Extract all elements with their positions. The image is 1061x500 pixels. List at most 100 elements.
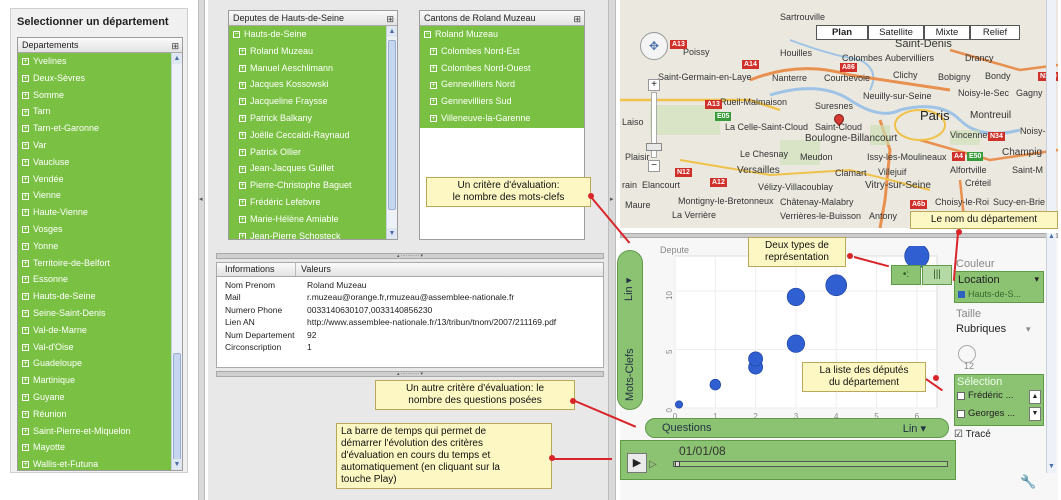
expand-icon[interactable]: +	[22, 259, 29, 267]
collapse-left-icon[interactable]: ◂	[199, 195, 204, 209]
checkbox-icon[interactable]	[957, 410, 965, 418]
list-item[interactable]: + Deux-Sèvres	[18, 70, 171, 87]
list-item[interactable]: + Vendée	[18, 171, 171, 188]
list-item[interactable]: + Val-de-Marne	[18, 322, 171, 339]
list-item[interactable]: + Gennevilliers Sud	[420, 93, 584, 110]
list-item[interactable]: + Jean-Pierre Schosteck	[229, 228, 386, 239]
expand-icon[interactable]: +	[22, 377, 29, 385]
expand-icon[interactable]: +	[22, 427, 29, 435]
chevron-down-icon[interactable]: ▾	[1034, 274, 1039, 285]
checkbox-checked-icon[interactable]: ☑	[954, 429, 963, 440]
list-item[interactable]: + Jacqueline Fraysse	[229, 93, 386, 110]
list-item[interactable]: + Mayotte	[18, 439, 171, 456]
taille-value[interactable]: Rubriques	[956, 323, 1006, 335]
list-item[interactable]: + Somme	[18, 87, 171, 104]
expand-icon[interactable]: +	[22, 74, 29, 82]
expand-icon[interactable]: +	[22, 175, 29, 183]
expand-icon[interactable]: +	[22, 108, 29, 116]
list-item[interactable]: + Roland Muzeau	[229, 43, 386, 60]
expand-icon[interactable]: +	[22, 461, 29, 469]
data-point[interactable]	[675, 400, 684, 409]
expand-icon[interactable]: +	[22, 192, 29, 200]
list-item[interactable]: + Territoire-de-Belfort	[18, 255, 171, 272]
list-item[interactable]: + Tarn-et-Garonne	[18, 120, 171, 137]
data-point[interactable]	[748, 351, 764, 367]
collapse-right-icon[interactable]: ▸	[610, 195, 615, 209]
list-item[interactable]: + Hauts-de-Seine	[18, 288, 171, 305]
expand-icon[interactable]: +	[22, 158, 29, 166]
wrench-icon[interactable]: 🔧	[1020, 474, 1036, 490]
pan-control-icon[interactable]: ✥	[640, 32, 668, 60]
deputes-scrollbar[interactable]: ▲ ▼	[386, 26, 397, 239]
down-arrow-icon[interactable]: ▼	[1029, 407, 1041, 421]
trace-toggle[interactable]: ☑ Tracé	[954, 429, 991, 440]
expand-icon[interactable]: +	[239, 64, 246, 72]
y-axis-label[interactable]: Mots-Clefs	[624, 348, 636, 401]
data-point[interactable]	[786, 287, 806, 307]
maptype-satellite[interactable]: Satellite	[868, 25, 924, 40]
map-scrollbar[interactable]	[1046, 0, 1056, 228]
zoom-in-icon[interactable]: +	[648, 79, 660, 91]
splitter-left[interactable]	[198, 0, 205, 500]
expand-icon[interactable]: +	[22, 91, 29, 99]
map-view[interactable]: Sartrouville Houilles Poissy Colombes Au…	[620, 0, 1058, 228]
tree-root[interactable]: − Roland Muzeau	[420, 26, 584, 43]
list-item[interactable]: + Yonne	[18, 238, 171, 255]
list-item[interactable]: + Vaucluse	[18, 154, 171, 171]
time-slider[interactable]	[673, 461, 948, 467]
expand-icon[interactable]: +	[22, 293, 29, 301]
checkbox-icon[interactable]	[957, 392, 965, 400]
list-item[interactable]: + Val-d'Oise	[18, 339, 171, 356]
expand-icon[interactable]: +	[239, 182, 246, 190]
expand-icon[interactable]: +	[22, 326, 29, 334]
list-item[interactable]: + Gennevilliers Nord	[420, 76, 584, 93]
expand-icon[interactable]: +	[239, 115, 246, 123]
scroll-down-icon[interactable]: ▼	[387, 228, 397, 239]
up-arrow-icon[interactable]: ▲	[1029, 390, 1041, 404]
columns-icon[interactable]: ⊞	[386, 12, 394, 26]
list-item[interactable]: + Jacques Kossowski	[229, 76, 386, 93]
expand-icon[interactable]: +	[22, 343, 29, 351]
data-point[interactable]	[825, 274, 848, 297]
x-lin-label[interactable]: Lin ▾	[903, 422, 926, 435]
y-axis-selector[interactable]: Lin ▾ Mots-Clefs	[617, 250, 643, 410]
list-item[interactable]: + Vienne	[18, 187, 171, 204]
expand-icon[interactable]: +	[239, 98, 246, 106]
list-item[interactable]: + Villeneuve-la-Garenne	[420, 110, 584, 127]
expand-icon[interactable]: +	[430, 64, 437, 72]
expand-icon[interactable]: +	[239, 148, 246, 156]
expand-icon[interactable]: +	[239, 165, 246, 173]
expand-icon[interactable]: +	[430, 81, 437, 89]
couleur-select[interactable]: Location ▾ Hauts-de-S...	[954, 271, 1044, 303]
list-item[interactable]: + Colombes Nord-Ouest	[420, 60, 584, 77]
chevron-down-icon[interactable]: ▾	[1026, 324, 1031, 335]
expand-icon[interactable]: +	[22, 226, 29, 234]
expand-icon[interactable]: +	[22, 444, 29, 452]
data-point[interactable]	[786, 334, 806, 353]
list-item[interactable]: + Marie-Hélène Amiable	[229, 211, 386, 228]
splitter-mid-top[interactable]: ▴ ··········· ▾	[216, 253, 604, 259]
columns-icon[interactable]: ⊞	[573, 12, 581, 26]
list-item[interactable]: + Manuel Aeschlimann	[229, 60, 386, 77]
list-item[interactable]: + Essonne	[18, 271, 171, 288]
list-item[interactable]: + Wallis-et-Futuna	[18, 456, 171, 470]
maptype-plan[interactable]: Plan	[816, 25, 868, 40]
list-item[interactable]: + Guyane	[18, 389, 171, 406]
list-item[interactable]: + Patrick Ollier	[229, 144, 386, 161]
list-item[interactable]: + Réunion	[18, 406, 171, 423]
list-item[interactable]: + Seine-Saint-Denis	[18, 305, 171, 322]
list-item[interactable]: + Joëlle Ceccaldi-Raynaud	[229, 127, 386, 144]
splitter-right[interactable]	[608, 0, 616, 500]
expand-icon[interactable]: +	[239, 81, 246, 89]
expand-icon[interactable]: +	[22, 58, 29, 66]
list-item[interactable]: + Pierre-Christophe Baguet	[229, 177, 386, 194]
columns-icon[interactable]: ⊞	[171, 39, 179, 53]
expand-icon[interactable]: +	[22, 142, 29, 150]
maptype-mixte[interactable]: Mixte	[924, 25, 970, 40]
play-icon[interactable]: ▶	[627, 453, 647, 473]
list-item[interactable]: + Patrick Balkany	[229, 110, 386, 127]
expand-icon[interactable]: +	[22, 410, 29, 418]
scroll-up-icon[interactable]: ▲	[172, 53, 182, 64]
x-axis-label[interactable]: Questions	[662, 422, 712, 434]
data-point[interactable]	[709, 378, 722, 391]
